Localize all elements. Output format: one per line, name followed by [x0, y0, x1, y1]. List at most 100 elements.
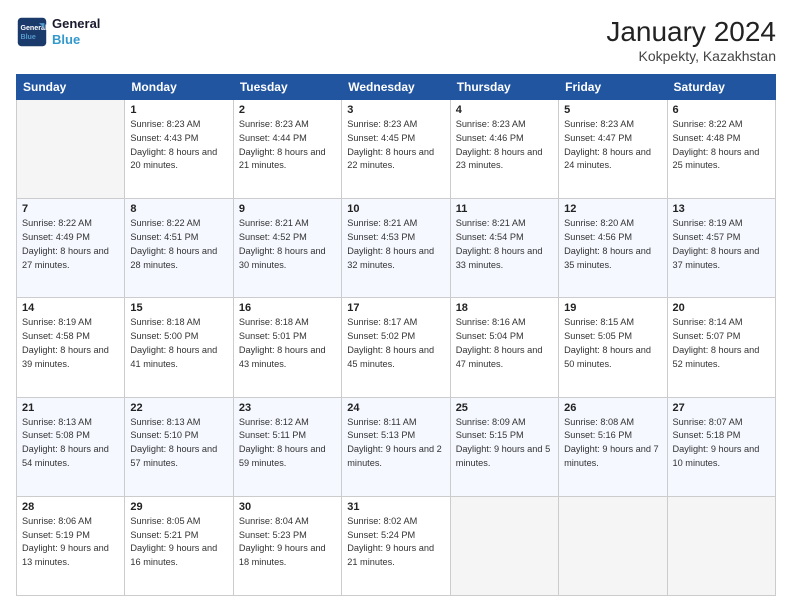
weekday-header-sunday: Sunday — [17, 75, 125, 100]
day-info: Sunrise: 8:02 AMSunset: 5:24 PMDaylight:… — [347, 515, 444, 570]
day-number: 7 — [22, 203, 119, 215]
day-cell: 26Sunrise: 8:08 AMSunset: 5:16 PMDayligh… — [559, 397, 667, 496]
day-number: 12 — [564, 203, 661, 215]
day-cell: 22 Sunrise: 8:13 AMSunset: 5:10 PMDayligh… — [125, 397, 233, 496]
day-cell: 2Sunrise: 8:23 AMSunset: 4:44 PMDaylight… — [233, 100, 341, 199]
header: General Blue General Blue January 2024 K… — [16, 16, 776, 64]
day-number: 16 — [239, 302, 336, 314]
svg-text:Blue: Blue — [20, 33, 35, 41]
day-number: 9 — [239, 203, 336, 215]
day-number: 4 — [456, 104, 553, 116]
day-info: Sunrise: 8:13 AMSunset: 5:08 PMDaylight:… — [22, 416, 119, 471]
logo-general: General — [52, 16, 100, 32]
day-cell: 31 Sunrise: 8:02 AMSunset: 5:24 PMDayligh… — [342, 496, 450, 595]
day-number: 5 — [564, 104, 661, 116]
day-cell: 29 Sunrise: 8:05 AMSunset: 5:21 PMDayligh… — [125, 496, 233, 595]
day-number: 24 — [347, 402, 444, 414]
day-info: Sunrise: 8:05 AMSunset: 5:21 PMDaylight:… — [130, 515, 227, 570]
day-cell: 23Sunrise: 8:12 AMSunset: 5:11 PMDayligh… — [233, 397, 341, 496]
weekday-header-thursday: Thursday — [450, 75, 558, 100]
day-info: Sunrise: 8:23 AMSunset: 4:47 PMDaylight:… — [564, 118, 661, 173]
day-number: 13 — [673, 203, 770, 215]
day-cell: 17 Sunrise: 8:17 AMSunset: 5:02 PMDayligh… — [342, 298, 450, 397]
day-info: Sunrise: 8:11 AMSunset: 5:13 PMDaylight:… — [347, 416, 444, 471]
day-cell: 7 Sunrise: 8:22 AMSunset: 4:49 PMDaylight… — [17, 199, 125, 298]
day-info: Sunrise: 8:21 AMSunset: 4:54 PMDaylight:… — [456, 217, 553, 272]
page: General Blue General Blue January 2024 K… — [0, 0, 792, 612]
day-number: 22 — [130, 402, 227, 414]
day-info: Sunrise: 8:23 AMSunset: 4:46 PMDaylight:… — [456, 118, 553, 173]
day-number: 25 — [456, 402, 553, 414]
day-cell — [17, 100, 125, 199]
day-cell: 28 Sunrise: 8:06 AMSunset: 5:19 PMDayligh… — [17, 496, 125, 595]
day-info: Sunrise: 8:20 AMSunset: 4:56 PMDaylight:… — [564, 217, 661, 272]
day-info: Sunrise: 8:18 AMSunset: 5:00 PMDaylight:… — [130, 316, 227, 371]
day-cell: 24 Sunrise: 8:11 AMSunset: 5:13 PMDayligh… — [342, 397, 450, 496]
day-number: 3 — [347, 104, 444, 116]
day-cell: 18Sunrise: 8:16 AMSunset: 5:04 PMDayligh… — [450, 298, 558, 397]
week-row-3: 14Sunrise: 8:19 AMSunset: 4:58 PMDayligh… — [17, 298, 776, 397]
weekday-header-tuesday: Tuesday — [233, 75, 341, 100]
day-info: Sunrise: 8:13 AMSunset: 5:10 PMDaylight:… — [130, 416, 227, 471]
day-cell: 3 Sunrise: 8:23 AMSunset: 4:45 PMDaylight… — [342, 100, 450, 199]
day-number: 28 — [22, 501, 119, 513]
day-info: Sunrise: 8:15 AMSunset: 5:05 PMDaylight:… — [564, 316, 661, 371]
day-number: 21 — [22, 402, 119, 414]
day-number: 30 — [239, 501, 336, 513]
week-row-1: 1 Sunrise: 8:23 AMSunset: 4:43 PMDaylight… — [17, 100, 776, 199]
day-cell: 12 Sunrise: 8:20 AMSunset: 4:56 PMDayligh… — [559, 199, 667, 298]
day-number: 26 — [564, 402, 661, 414]
day-cell — [667, 496, 775, 595]
day-number: 27 — [673, 402, 770, 414]
day-cell: 4 Sunrise: 8:23 AMSunset: 4:46 PMDaylight… — [450, 100, 558, 199]
day-cell: 9 Sunrise: 8:21 AMSunset: 4:52 PMDaylight… — [233, 199, 341, 298]
day-number: 17 — [347, 302, 444, 314]
day-number: 11 — [456, 203, 553, 215]
day-info: Sunrise: 8:23 AMSunset: 4:43 PMDaylight:… — [130, 118, 227, 173]
day-info: Sunrise: 8:22 AMSunset: 4:51 PMDaylight:… — [130, 217, 227, 272]
day-number: 1 — [130, 104, 227, 116]
day-info: Sunrise: 8:23 AMSunset: 4:45 PMDaylight:… — [347, 118, 444, 173]
day-cell: 14Sunrise: 8:19 AMSunset: 4:58 PMDayligh… — [17, 298, 125, 397]
day-number: 19 — [564, 302, 661, 314]
calendar-table: SundayMondayTuesdayWednesdayThursdayFrid… — [16, 74, 776, 596]
day-cell: 19 Sunrise: 8:15 AMSunset: 5:05 PMDayligh… — [559, 298, 667, 397]
day-info: Sunrise: 8:22 AMSunset: 4:49 PMDaylight:… — [22, 217, 119, 272]
title-block: January 2024 Kokpekty, Kazakhstan — [606, 16, 776, 64]
day-cell — [559, 496, 667, 595]
logo-text: General Blue — [52, 16, 100, 47]
day-info: Sunrise: 8:19 AMSunset: 4:57 PMDaylight:… — [673, 217, 770, 272]
day-cell: 8 Sunrise: 8:22 AMSunset: 4:51 PMDaylight… — [125, 199, 233, 298]
day-info: Sunrise: 8:09 AMSunset: 5:15 PMDaylight:… — [456, 416, 553, 471]
week-row-5: 28 Sunrise: 8:06 AMSunset: 5:19 PMDayligh… — [17, 496, 776, 595]
day-cell: 5 Sunrise: 8:23 AMSunset: 4:47 PMDaylight… — [559, 100, 667, 199]
day-cell: 25 Sunrise: 8:09 AMSunset: 5:15 PMDayligh… — [450, 397, 558, 496]
day-info: Sunrise: 8:17 AMSunset: 5:02 PMDaylight:… — [347, 316, 444, 371]
day-cell: 16Sunrise: 8:18 AMSunset: 5:01 PMDayligh… — [233, 298, 341, 397]
day-info: Sunrise: 8:21 AMSunset: 4:53 PMDaylight:… — [347, 217, 444, 272]
day-number: 20 — [673, 302, 770, 314]
day-number: 14 — [22, 302, 119, 314]
day-info: Sunrise: 8:23 AMSunset: 4:44 PMDaylight:… — [239, 118, 336, 173]
day-info: Sunrise: 8:04 AMSunset: 5:23 PMDaylight:… — [239, 515, 336, 570]
weekday-header-wednesday: Wednesday — [342, 75, 450, 100]
day-number: 18 — [456, 302, 553, 314]
day-cell: 30 Sunrise: 8:04 AMSunset: 5:23 PMDayligh… — [233, 496, 341, 595]
weekday-header-saturday: Saturday — [667, 75, 775, 100]
day-number: 29 — [130, 501, 227, 513]
day-number: 31 — [347, 501, 444, 513]
day-cell: 20 Sunrise: 8:14 AMSunset: 5:07 PMDayligh… — [667, 298, 775, 397]
calendar-subtitle: Kokpekty, Kazakhstan — [606, 48, 776, 64]
day-info: Sunrise: 8:07 AMSunset: 5:18 PMDaylight:… — [673, 416, 770, 471]
day-info: Sunrise: 8:06 AMSunset: 5:19 PMDaylight:… — [22, 515, 119, 570]
day-cell — [450, 496, 558, 595]
day-info: Sunrise: 8:21 AMSunset: 4:52 PMDaylight:… — [239, 217, 336, 272]
weekday-header-row: SundayMondayTuesdayWednesdayThursdayFrid… — [17, 75, 776, 100]
day-cell: 27 Sunrise: 8:07 AMSunset: 5:18 PMDayligh… — [667, 397, 775, 496]
day-number: 10 — [347, 203, 444, 215]
logo-blue: Blue — [52, 32, 100, 48]
day-cell: 1 Sunrise: 8:23 AMSunset: 4:43 PMDaylight… — [125, 100, 233, 199]
day-info: Sunrise: 8:14 AMSunset: 5:07 PMDaylight:… — [673, 316, 770, 371]
calendar-title: January 2024 — [606, 16, 776, 48]
day-number: 8 — [130, 203, 227, 215]
